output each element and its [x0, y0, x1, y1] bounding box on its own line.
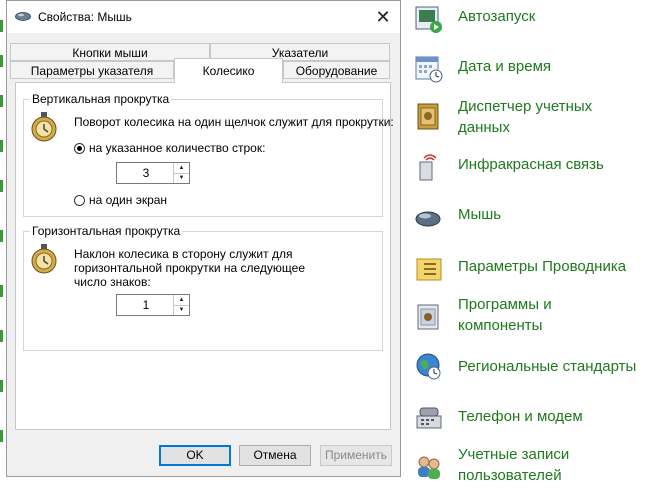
user-accounts-icon: [418, 456, 440, 479]
mouse-icon: [415, 211, 441, 227]
ok-button[interactable]: OK: [159, 445, 231, 466]
cp-label-folder-options[interactable]: Параметры Проводника: [458, 256, 626, 277]
infrared-icon: [419, 154, 437, 181]
lines-radio-label[interactable]: на указанное количество строк:: [89, 141, 265, 155]
cp-label-programs[interactable]: Программы и: [458, 294, 552, 315]
credential-vault-icon: [417, 103, 439, 130]
folder-options-icon: [416, 258, 442, 281]
scroll-wheel-icon: [31, 112, 57, 142]
cp-item-programs[interactable]: Программы и компоненты: [414, 294, 647, 338]
vertical-scroll-description: Поворот колесика на один щелчок служит д…: [74, 115, 394, 129]
horizontal-description-line3: число знаков:: [74, 275, 151, 289]
mouse-properties-dialog: Свойства: Мышь ✕ Кнопки мыши Указатели П…: [6, 0, 401, 477]
background-window-edge: [0, 0, 5, 487]
dialog-title: Свойства: Мышь: [38, 10, 132, 24]
cp-item-region[interactable]: Региональные стандарты: [414, 350, 647, 394]
tab-pointer-options[interactable]: Параметры указателя: [10, 61, 174, 79]
vertical-scroll-label: Вертикальная прокрутка: [30, 92, 172, 106]
cp-item-autoplay[interactable]: Автозапуск: [414, 2, 647, 46]
calendar-clock-icon: [415, 56, 443, 83]
vertical-scroll-group: Вертикальная прокрутка Поворот колесика …: [23, 92, 394, 217]
cp-item-phone-modem[interactable]: Телефон и модем: [414, 400, 647, 444]
cp-label-mouse[interactable]: Мышь: [458, 204, 501, 225]
cp-label-programs-line2[interactable]: компоненты: [458, 315, 542, 336]
lines-stepper[interactable]: 3 ▲ ▼: [116, 162, 190, 184]
chars-value[interactable]: 1: [117, 295, 175, 315]
lines-value[interactable]: 3: [117, 163, 175, 183]
tab-wheel[interactable]: Колесико: [174, 58, 283, 83]
one-screen-radio[interactable]: [74, 195, 85, 206]
horizontal-description-line1: Наклон колесика в сторону служит для: [74, 247, 293, 261]
mouse-icon: [15, 12, 31, 21]
cp-label-autoplay[interactable]: Автозапуск: [458, 6, 535, 27]
cp-item-infrared[interactable]: Инфракрасная связь: [414, 148, 647, 192]
cp-item-user-accounts[interactable]: Учетные записи пользователей: [414, 444, 647, 488]
phone-modem-icon: [416, 407, 442, 429]
cp-label-user-accounts-line2[interactable]: пользователей: [458, 465, 562, 486]
chars-down-arrow-icon[interactable]: ▼: [174, 305, 189, 315]
lines-radio[interactable]: [74, 143, 85, 154]
cp-label-credential-manager-line2[interactable]: данных: [458, 117, 510, 138]
horizontal-scroll-group: Горизонтальная прокрутка Наклон колесика…: [23, 224, 383, 351]
tilt-wheel-icon: [31, 244, 57, 274]
programs-icon: [417, 304, 439, 330]
cp-item-credential-manager[interactable]: Диспетчер учетных данных: [414, 96, 647, 140]
wheel-tab-panel: Вертикальная прокрутка Поворот колесика …: [15, 82, 394, 430]
cp-item-date-time[interactable]: Дата и время: [414, 50, 647, 94]
cp-label-phone-modem[interactable]: Телефон и модем: [458, 406, 583, 427]
lines-down-arrow-icon[interactable]: ▼: [174, 173, 189, 183]
tab-hardware[interactable]: Оборудование: [283, 61, 390, 79]
horizontal-description-line2: горизонтальной прокрутки на следующее: [74, 261, 306, 275]
cp-label-date-time[interactable]: Дата и время: [458, 56, 551, 77]
title-bar: Свойства: Мышь ✕: [7, 1, 400, 33]
cp-item-mouse[interactable]: Мышь: [414, 198, 647, 242]
apply-button[interactable]: Применить: [320, 445, 392, 466]
cancel-button[interactable]: Отмена: [239, 445, 311, 466]
cp-label-user-accounts[interactable]: Учетные записи: [458, 444, 569, 465]
autoplay-icon: [415, 6, 442, 33]
cp-label-region[interactable]: Региональные стандарты: [458, 356, 636, 377]
one-screen-radio-label[interactable]: на один экран: [89, 193, 167, 207]
cp-label-credential-manager[interactable]: Диспетчер учетных: [458, 96, 592, 117]
cp-label-infrared[interactable]: Инфракрасная связь: [458, 154, 604, 175]
close-button[interactable]: ✕: [366, 1, 400, 33]
globe-clock-icon: [416, 353, 441, 380]
cp-item-folder-options[interactable]: Параметры Проводника: [414, 248, 647, 292]
chars-stepper[interactable]: 1 ▲ ▼: [116, 294, 190, 316]
horizontal-scroll-label: Горизонтальная прокрутка: [30, 224, 183, 238]
